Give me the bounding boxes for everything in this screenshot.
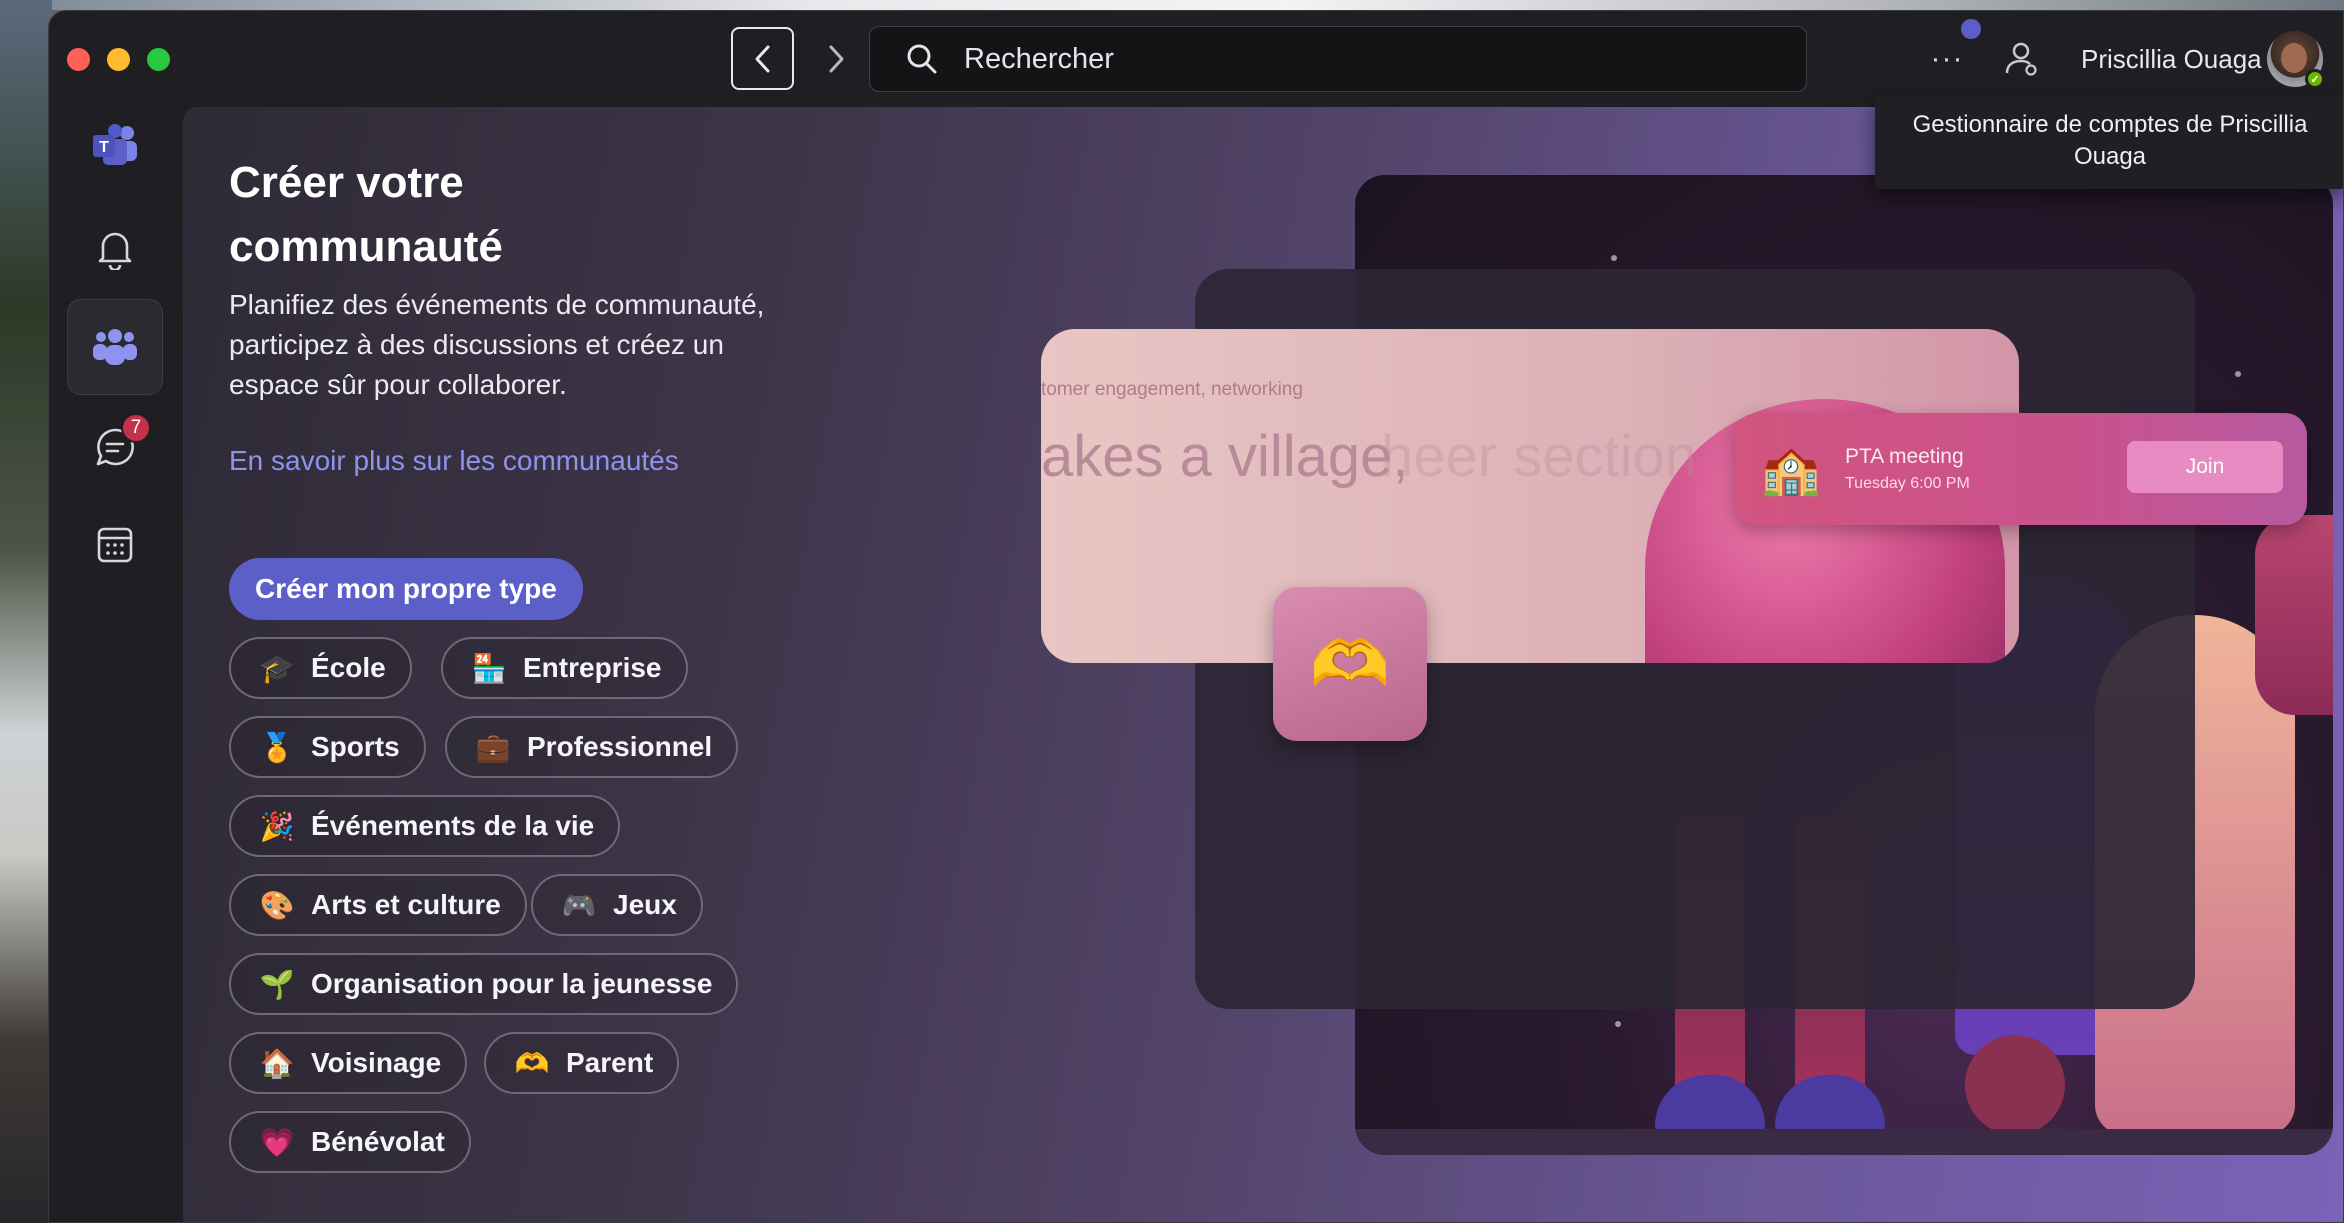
search-input[interactable]: Rechercher bbox=[869, 26, 1807, 92]
forward-button[interactable] bbox=[811, 27, 861, 90]
palette-icon: 🎨 bbox=[259, 889, 295, 921]
learn-more-link[interactable]: En savoir plus sur les communautés bbox=[229, 445, 679, 477]
category-chip-ecole[interactable]: 🎓 École bbox=[229, 637, 412, 699]
user-name[interactable]: Priscillia Ouaga bbox=[2081, 44, 2262, 75]
search-icon bbox=[904, 41, 940, 77]
person-settings-icon bbox=[2005, 42, 2037, 76]
category-chip-jeunesse[interactable]: 🌱 Organisation pour la jeunesse bbox=[229, 953, 739, 1015]
heart-icon: 💗 bbox=[259, 1126, 295, 1158]
chip-label: Événements de la vie bbox=[311, 810, 595, 841]
rail-item-calendar[interactable] bbox=[67, 497, 163, 593]
illustration-foot bbox=[1775, 1075, 1885, 1135]
seedling-icon: 🌱 bbox=[259, 968, 295, 1000]
chip-label: Entreprise bbox=[523, 652, 662, 683]
bell-icon bbox=[98, 232, 132, 270]
heart-hands-icon: 🫶 bbox=[1273, 587, 1427, 741]
graduation-cap-icon: 🎓 bbox=[259, 652, 295, 684]
store-icon: 🏪 bbox=[471, 652, 507, 684]
sparkle bbox=[2235, 371, 2241, 377]
rail-item-chat[interactable]: 7 bbox=[67, 399, 163, 495]
title-bar: Rechercher ··· Priscillia Ouaga ✓ bbox=[49, 11, 2343, 107]
background-window-strip bbox=[0, 0, 52, 1223]
avatar-face bbox=[2281, 43, 2307, 73]
more-options-button[interactable]: ··· bbox=[1925, 37, 1969, 81]
back-button[interactable] bbox=[731, 27, 794, 90]
people-icon bbox=[93, 329, 137, 365]
category-chip-benevolat[interactable]: 💗 Bénévolat bbox=[229, 1111, 471, 1173]
maximize-window-button[interactable] bbox=[147, 48, 170, 71]
calendar-icon bbox=[97, 527, 133, 563]
category-chip-entreprise[interactable]: 🏪 Entreprise bbox=[441, 637, 688, 699]
chevron-left-icon bbox=[755, 45, 769, 72]
chip-label: Voisinage bbox=[311, 1047, 442, 1078]
category-chip-sports[interactable]: 🏅 Sports bbox=[229, 716, 426, 778]
rail-item-activity[interactable] bbox=[67, 201, 163, 297]
rail-item-communities[interactable] bbox=[67, 299, 163, 395]
category-chip-arts[interactable]: 🎨 Arts et culture bbox=[229, 874, 527, 936]
sparkle bbox=[1611, 255, 1617, 261]
chip-label: École bbox=[311, 652, 386, 683]
background-window-edge bbox=[0, 0, 2344, 10]
banner-ghost-text: heer section bbox=[1381, 424, 1697, 489]
school-house-icon: 🏫 bbox=[1761, 443, 1821, 497]
teams-logo[interactable]: T bbox=[67, 97, 163, 193]
meeting-title: PTA meeting bbox=[1845, 445, 1964, 468]
teams-window: Rechercher ··· Priscillia Ouaga ✓ Gestio… bbox=[48, 10, 2344, 1223]
house-icon: 🏠 bbox=[259, 1047, 295, 1079]
category-chip-jeux[interactable]: 🎮 Jeux bbox=[531, 874, 703, 936]
chip-label: Bénévolat bbox=[311, 1126, 445, 1157]
chip-label: Professionnel bbox=[527, 731, 713, 762]
meeting-card: 🏫 PTA meeting Tuesday 6:00 PM Join bbox=[1735, 413, 2307, 525]
banner-tagline: tomer engagement, networking bbox=[1041, 379, 1303, 400]
illustration-foot bbox=[1655, 1075, 1765, 1135]
chevron-right-icon bbox=[829, 45, 844, 72]
svg-text:T: T bbox=[99, 139, 109, 156]
sparkle bbox=[1615, 1021, 1621, 1027]
gamepad-icon: 🎮 bbox=[561, 889, 597, 921]
banner-headline: akes a village, bbox=[1041, 424, 1409, 489]
account-manager-tooltip: Gestionnaire de comptes de Priscillia Ou… bbox=[1875, 95, 2343, 189]
chip-label: Organisation pour la jeunesse bbox=[311, 968, 713, 999]
create-own-type-button[interactable]: Créer mon propre type bbox=[229, 558, 583, 620]
medal-icon: 🏅 bbox=[259, 731, 295, 763]
more-icon: ··· bbox=[1930, 42, 1964, 75]
avatar[interactable]: ✓ bbox=[2267, 31, 2325, 89]
illustration-ball bbox=[1965, 1035, 2065, 1135]
minimize-window-button[interactable] bbox=[107, 48, 130, 71]
category-chip-parent[interactable]: 🫶 Parent bbox=[484, 1032, 680, 1094]
illustration-figure bbox=[2255, 515, 2333, 715]
category-chip-voisinage[interactable]: 🏠 Voisinage bbox=[229, 1032, 468, 1094]
teams-logo-icon: T bbox=[93, 124, 137, 165]
heart-hands-icon: 🫶 bbox=[514, 1047, 550, 1079]
close-window-button[interactable] bbox=[67, 48, 90, 71]
chip-label: Parent bbox=[566, 1047, 654, 1078]
window-controls bbox=[67, 48, 170, 71]
app-rail: T 7 bbox=[49, 107, 183, 1222]
chat-unread-badge: 7 bbox=[121, 413, 151, 443]
notification-dot bbox=[1961, 19, 1981, 39]
category-chip-evenements[interactable]: 🎉 Événements de la vie bbox=[229, 795, 621, 857]
communities-page: tomer engagement, networking akes a vill… bbox=[183, 107, 2343, 1222]
search-placeholder: Rechercher bbox=[964, 42, 1114, 75]
account-manager-button[interactable] bbox=[1997, 35, 2045, 83]
page-description: Planifiez des événements de communauté, … bbox=[229, 289, 765, 400]
chip-label: Sports bbox=[311, 731, 400, 762]
presence-available-icon: ✓ bbox=[2305, 69, 2325, 89]
meeting-time: Tuesday 6:00 PM bbox=[1845, 475, 1970, 492]
page-title: Créer votre communauté bbox=[229, 158, 503, 271]
chip-label: Arts et culture bbox=[311, 889, 501, 920]
category-chip-professionnel[interactable]: 💼 Professionnel bbox=[445, 716, 739, 778]
illustration-ground bbox=[1355, 1129, 2333, 1155]
party-popper-icon: 🎉 bbox=[259, 810, 295, 842]
join-button: Join bbox=[2127, 441, 2283, 493]
chip-label: Jeux bbox=[613, 889, 677, 920]
briefcase-icon: 💼 bbox=[475, 731, 511, 763]
